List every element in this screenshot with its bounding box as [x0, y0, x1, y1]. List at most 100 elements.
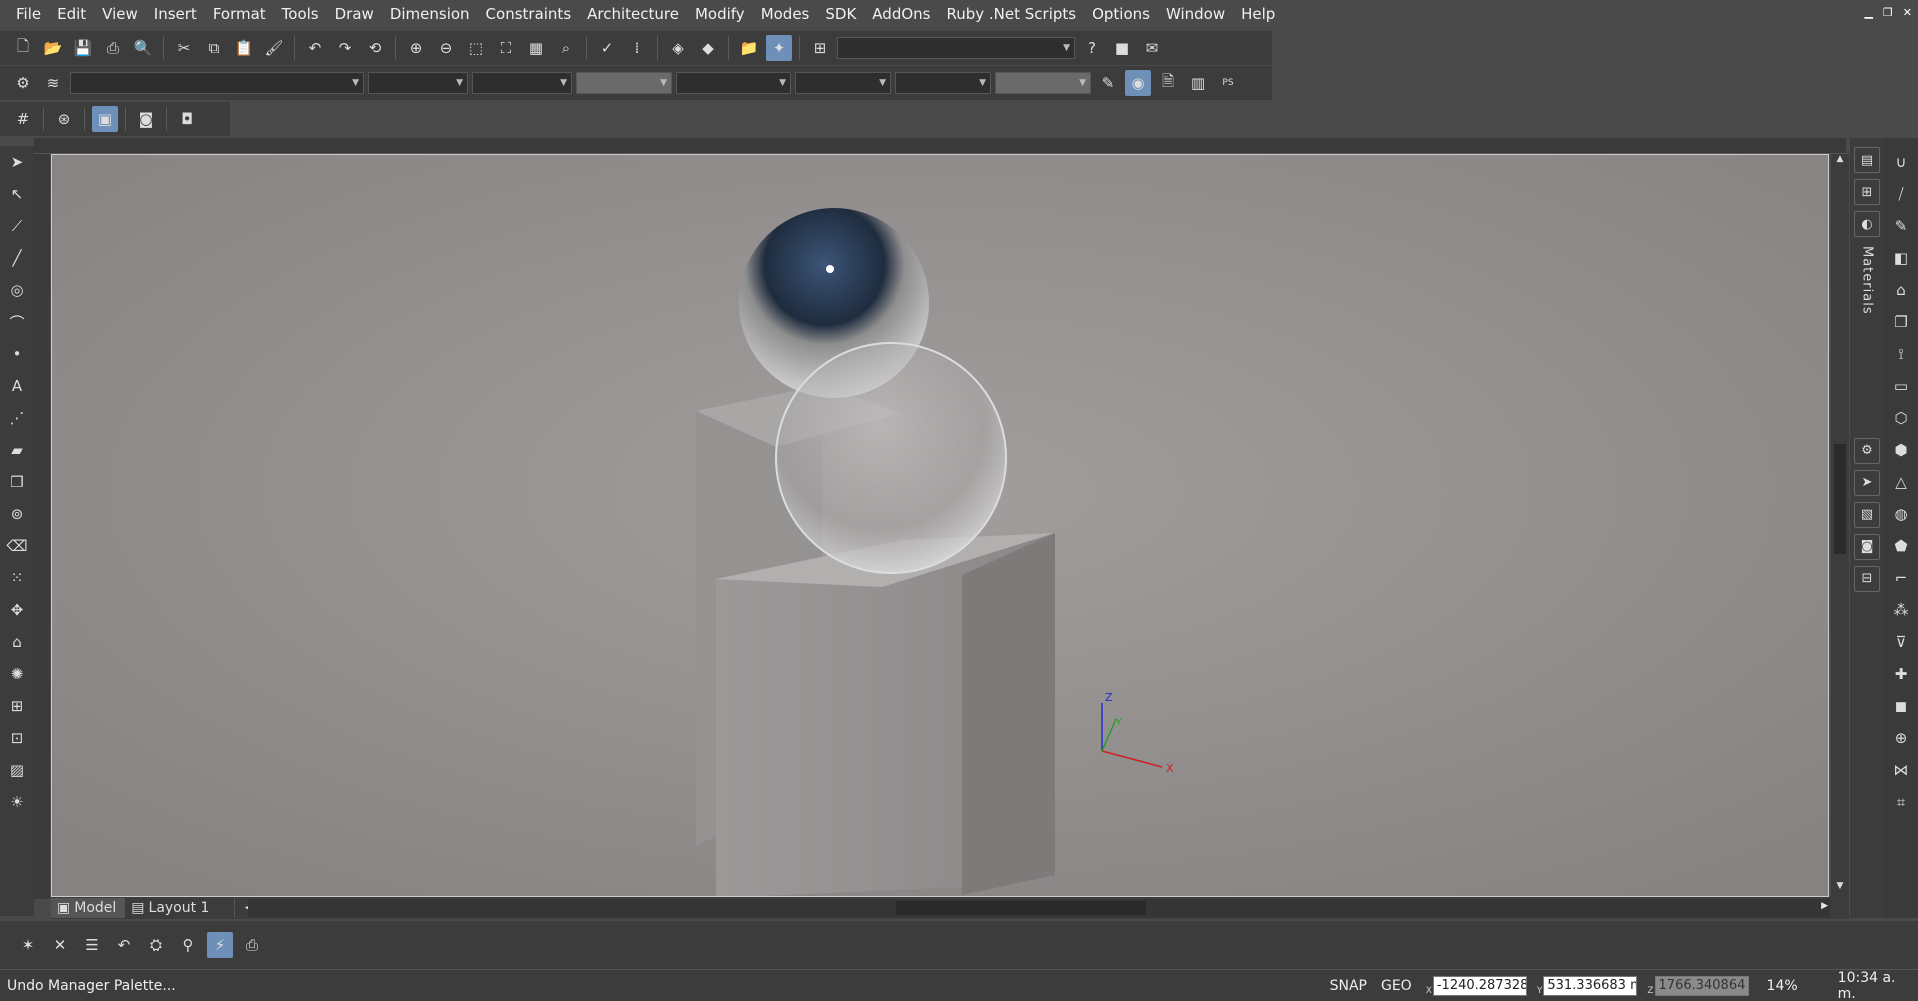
format-combo-2[interactable]: ▼: [368, 72, 468, 94]
panel-7-icon[interactable]: ◙: [1854, 533, 1880, 560]
save-icon[interactable]: 💾: [70, 35, 96, 61]
spellcheck-icon[interactable]: ✓: [594, 35, 620, 61]
delete-x-icon[interactable]: ✕: [47, 932, 73, 958]
3d-icon[interactable]: ❒: [3, 469, 31, 495]
view-icon[interactable]: ⊞: [3, 693, 31, 719]
format-combo-3[interactable]: ▼: [472, 72, 572, 94]
scroll-down-icon[interactable]: ▼: [1831, 881, 1849, 897]
menu-draw[interactable]: Draw: [327, 0, 382, 29]
gear-move-icon[interactable]: ✺: [3, 661, 31, 687]
format-combo-4[interactable]: ▼: [576, 72, 672, 94]
menu-modes[interactable]: Modes: [753, 0, 818, 29]
materials-tab[interactable]: Materials: [1860, 246, 1875, 315]
scroll-up-icon[interactable]: ▲: [1831, 154, 1849, 170]
format-combo-8[interactable]: ▼: [995, 72, 1091, 94]
shape-icon[interactable]: ▰: [3, 437, 31, 463]
x-coordinate-field[interactable]: -1240.287328: [1432, 975, 1527, 996]
stop-icon[interactable]: ■: [1109, 35, 1135, 61]
page-icon[interactable]: 🗎: [1155, 70, 1181, 96]
cluster-icon[interactable]: ⁂: [1887, 597, 1915, 623]
display-settings-icon[interactable]: ▣: [92, 106, 118, 132]
open-folder-icon[interactable]: 📂: [40, 35, 66, 61]
cut-icon[interactable]: ✂: [171, 35, 197, 61]
tab-layout-1[interactable]: ▤ Layout 1: [125, 898, 236, 918]
layer-manager-icon[interactable]: ≋: [40, 70, 66, 96]
smart-snap-icon[interactable]: ⋰: [3, 405, 31, 431]
panel-3-icon[interactable]: ◐: [1854, 211, 1880, 237]
close-icon[interactable]: ✕: [1903, 6, 1912, 19]
horizontal-scroll-thumb[interactable]: [896, 901, 1146, 915]
edit-reshape-icon[interactable]: ↖: [3, 181, 31, 207]
walk-icon[interactable]: ⚲: [175, 932, 201, 958]
grid-snap-icon[interactable]: ⁞: [624, 35, 650, 61]
menu-dimension[interactable]: Dimension: [382, 0, 478, 29]
magnet-icon[interactable]: ∪: [1887, 149, 1915, 175]
zoom-extents-icon[interactable]: ⛶: [493, 35, 519, 61]
vertical-scroll-thumb[interactable]: [1834, 444, 1846, 554]
render-icon[interactable]: ◉: [1125, 70, 1151, 96]
help-pointer-icon[interactable]: ?: [1079, 35, 1105, 61]
menu-architecture[interactable]: Architecture: [579, 0, 687, 29]
restore-icon[interactable]: ❐: [1883, 6, 1893, 19]
node-icon[interactable]: ⋈: [1887, 757, 1915, 783]
format-combo-5[interactable]: ▼: [676, 72, 791, 94]
format-combo-1[interactable]: ▼: [70, 72, 364, 94]
copy-icon[interactable]: ⧉: [201, 35, 227, 61]
undo-arc-icon[interactable]: ↶: [111, 932, 137, 958]
image-icon[interactable]: ▨: [3, 757, 31, 783]
menu-sdk[interactable]: SDK: [817, 0, 864, 29]
print-preview-icon[interactable]: 🔍: [130, 35, 156, 61]
tag-icon[interactable]: ⌂: [3, 629, 31, 655]
scroll-right-icon[interactable]: ▶: [1821, 901, 1828, 911]
menu-options[interactable]: Options: [1084, 0, 1158, 29]
format-combo-6[interactable]: ▼: [795, 72, 891, 94]
run-icon[interactable]: ⚡: [207, 932, 233, 958]
solid-2-icon[interactable]: ⬢: [1887, 437, 1915, 463]
list-icon[interactable]: ☰: [79, 932, 105, 958]
snap-target-icon[interactable]: ⊛: [51, 106, 77, 132]
menu-ruby-net-scripts[interactable]: Ruby .Net Scripts: [938, 0, 1084, 29]
zoom-window-icon[interactable]: ⬚: [463, 35, 489, 61]
sheet-icon[interactable]: ▥: [1185, 70, 1211, 96]
cone-icon[interactable]: △: [1887, 469, 1915, 495]
properties-icon[interactable]: ⊞: [807, 35, 833, 61]
geo-toggle[interactable]: GEO: [1381, 978, 1412, 994]
menu-file[interactable]: File: [0, 0, 49, 29]
layout-icon[interactable]: ⊡: [3, 725, 31, 751]
menu-format[interactable]: Format: [205, 0, 274, 29]
plus-icon[interactable]: ✚: [1887, 661, 1915, 687]
y-coordinate-field[interactable]: 531.336683 m: [1543, 975, 1638, 996]
gear-icon[interactable]: ⚙: [10, 70, 36, 96]
pen-icon[interactable]: ✎: [1095, 70, 1121, 96]
redo-icon[interactable]: ↷: [332, 35, 358, 61]
dot-icon[interactable]: •: [3, 341, 31, 367]
color-icon[interactable]: ◆: [695, 35, 721, 61]
pipe-icon[interactable]: ⌐: [1887, 565, 1915, 591]
panel-8-icon[interactable]: ⊟: [1854, 565, 1880, 592]
oi-icon[interactable]: ◙: [133, 106, 159, 132]
new-file-icon[interactable]: 🗋: [10, 35, 36, 61]
torus-icon[interactable]: ◍: [1887, 501, 1915, 527]
menu-help[interactable]: Help: [1233, 0, 1283, 29]
view-select[interactable]: ▼: [837, 37, 1075, 59]
zoom-out-icon[interactable]: ⊖: [433, 35, 459, 61]
panel-2-icon[interactable]: ⊞: [1854, 179, 1880, 205]
menu-addons[interactable]: AddOns: [864, 0, 938, 29]
format-painter-icon[interactable]: 🖌: [261, 35, 287, 61]
ps-button[interactable]: PS: [1215, 70, 1241, 96]
stack-icon[interactable]: ❐: [1887, 309, 1915, 335]
render-tool-icon[interactable]: ☀: [3, 789, 31, 815]
circle-icon[interactable]: ◎: [3, 277, 31, 303]
solid-3-icon[interactable]: ⬟: [1887, 533, 1915, 559]
print-setup-icon[interactable]: ⎙: [239, 932, 265, 958]
snap-toggle[interactable]: SNAP: [1330, 978, 1367, 994]
minimize-icon[interactable]: ▁: [1864, 6, 1872, 19]
layers-icon[interactable]: ◈: [665, 35, 691, 61]
menu-tools[interactable]: Tools: [274, 0, 327, 29]
frame-icon[interactable]: ⌗: [1887, 789, 1915, 815]
menu-modify[interactable]: Modify: [687, 0, 753, 29]
magic-icon[interactable]: ✶: [15, 932, 41, 958]
curve-icon[interactable]: ⌒: [3, 309, 31, 335]
z-coordinate-field[interactable]: 1766.340864: [1654, 975, 1749, 996]
building-icon[interactable]: ⌂: [1887, 277, 1915, 303]
